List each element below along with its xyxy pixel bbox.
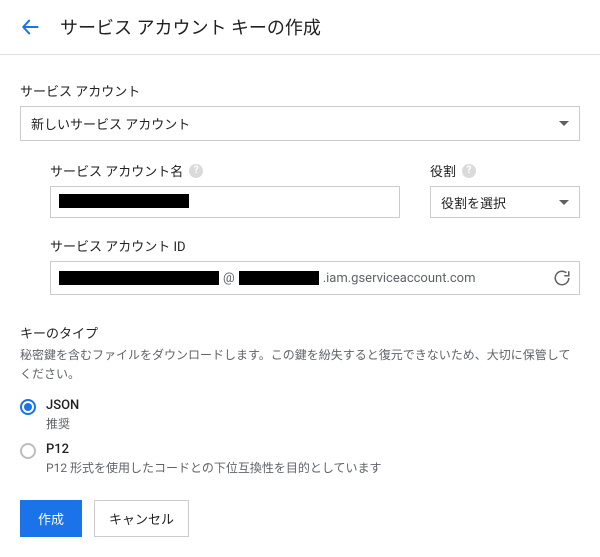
- id-field-label: サービス アカウント ID: [50, 236, 580, 255]
- radio-unselected-icon: [20, 443, 36, 459]
- name-input[interactable]: [50, 186, 400, 218]
- cancel-button[interactable]: キャンセル: [94, 500, 189, 537]
- service-account-select[interactable]: 新しいサービス アカウント: [20, 106, 580, 141]
- create-button[interactable]: 作成: [20, 500, 82, 537]
- service-account-label: サービス アカウント: [20, 81, 580, 100]
- help-icon[interactable]: ?: [189, 164, 203, 178]
- keytype-json-sub: 推奨: [46, 415, 79, 432]
- radio-selected-icon: [20, 399, 36, 415]
- chevron-down-icon: [559, 121, 569, 126]
- keytype-option-p12[interactable]: P12 P12 形式を使用したコードとの下位互換性を目的としています: [20, 442, 580, 476]
- role-select[interactable]: 役割を選択: [430, 186, 580, 218]
- chevron-down-icon: [559, 200, 569, 205]
- keytype-p12-label: P12: [46, 442, 382, 457]
- name-field-label: サービス アカウント名: [50, 161, 183, 180]
- keytype-title: キーのタイプ: [20, 323, 580, 342]
- keytype-option-json[interactable]: JSON 推奨: [20, 398, 580, 432]
- id-suffix: .iam.gserviceaccount.com: [323, 271, 476, 286]
- keytype-p12-sub: P12 形式を使用したコードとの下位互換性を目的としています: [46, 459, 382, 476]
- role-selected: 役割を選択: [441, 193, 506, 212]
- back-arrow-icon[interactable]: [20, 16, 42, 38]
- role-field-label: 役割: [430, 161, 456, 180]
- service-account-selected: 新しいサービス アカウント: [31, 114, 190, 133]
- redacted-id-value: [59, 271, 219, 285]
- refresh-icon[interactable]: [553, 269, 571, 287]
- page-title: サービス アカウント キーの作成: [60, 14, 321, 40]
- keytype-json-label: JSON: [46, 398, 79, 413]
- keytype-desc: 秘密鍵を含むファイルをダウンロードします。この鍵を紛失すると復元できないため、大…: [20, 346, 580, 384]
- id-input[interactable]: @ .iam.gserviceaccount.com: [50, 261, 580, 295]
- redacted-name-value: [59, 194, 189, 208]
- redacted-domain: [239, 271, 319, 285]
- id-at: @: [223, 271, 235, 286]
- help-icon[interactable]: ?: [462, 164, 476, 178]
